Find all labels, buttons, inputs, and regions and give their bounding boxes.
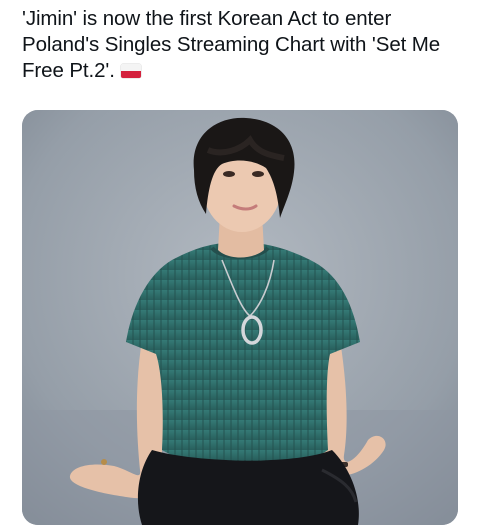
poland-flag-icon [120,64,141,78]
post-image[interactable] [22,110,458,525]
post-text: 'Jimin' is now the first Korean Act to e… [22,6,462,84]
portrait-illustration [22,110,458,525]
post-body-text: 'Jimin' is now the first Korean Act to e… [22,7,441,82]
